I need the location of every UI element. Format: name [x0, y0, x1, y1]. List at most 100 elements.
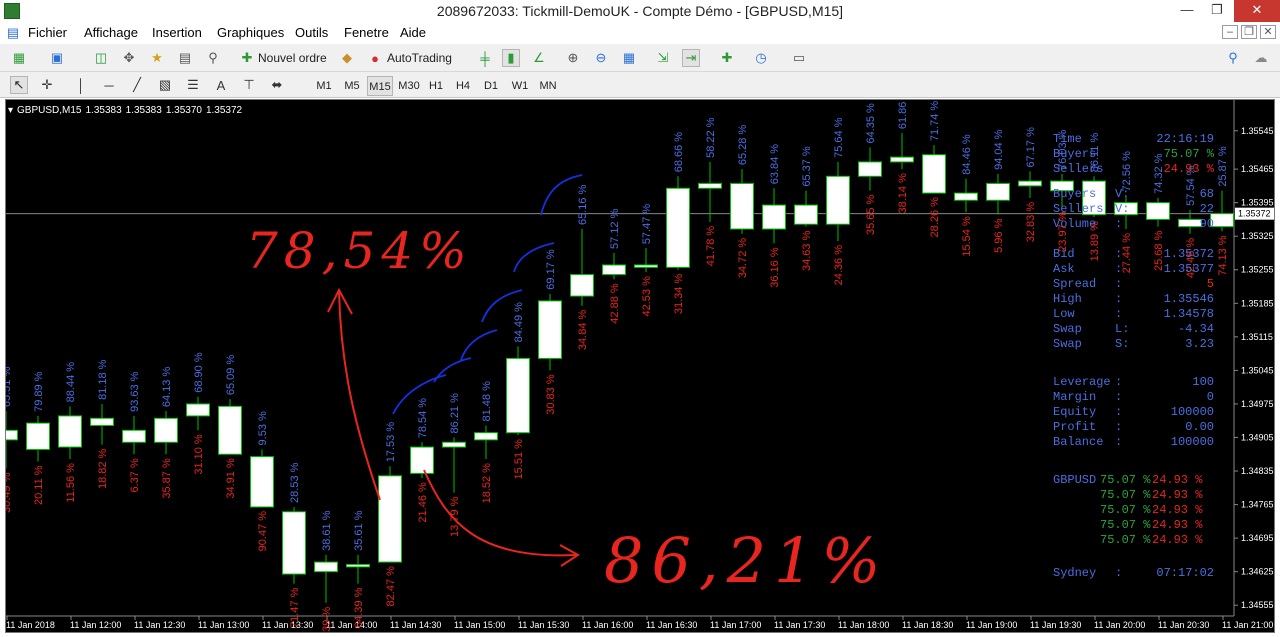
vertical-line-icon[interactable]: │ [72, 76, 90, 94]
text-tool-icon[interactable]: A [212, 76, 230, 94]
timeframe-m1[interactable]: M1 [312, 76, 336, 96]
close-button[interactable]: ✕ [1234, 0, 1280, 22]
metaeditor-icon[interactable]: ◆ [338, 49, 356, 67]
new-order-icon[interactable]: ✚ [238, 49, 256, 67]
mdi-minimize-icon[interactable]: – [1222, 25, 1238, 39]
time-tick-label: 11 Jan 13:00 [198, 620, 249, 630]
periods-icon[interactable]: ◷ [752, 49, 770, 67]
buy-percent-label: 57.47 % [641, 204, 653, 245]
mdi-close-icon[interactable]: ✕ [1260, 25, 1276, 39]
timeframe-m30[interactable]: M30 [396, 76, 422, 96]
timeframe-m15[interactable]: M15 [367, 76, 393, 96]
info-volume: Volume:90 [1053, 217, 1214, 231]
minimize-button[interactable]: — [1172, 0, 1202, 22]
market-watch-icon[interactable]: ◫ [92, 49, 110, 67]
time-tick-label: 11 Jan 20:30 [1158, 620, 1209, 630]
pair-row: 75.07 % 24.93 % [1100, 533, 1203, 547]
chart-menu-icon[interactable]: ▾ [8, 105, 13, 116]
sell-percent-label: 34.72 % [737, 238, 749, 279]
time-tick-label: 11 Jan 18:30 [902, 620, 953, 630]
new-order-button[interactable]: Nouvel ordre [258, 48, 327, 68]
time-tick-label: 11 Jan 21:00 [1222, 620, 1273, 630]
sell-percent-label: 61.39 % [321, 607, 333, 633]
info-sellers-volume: Sellers V: 22 [1053, 202, 1214, 216]
zoom-out-icon[interactable]: ⊖ [592, 49, 610, 67]
buy-percent-label: 78.54 % [417, 398, 429, 439]
maximize-button[interactable]: ❐ [1202, 0, 1232, 22]
tile-windows-icon[interactable]: ▦ [620, 49, 638, 67]
info-panel: Time 22:16:19 Buyers 75.07 % Sellers 24.93 … [1048, 132, 1218, 581]
line-chart-icon[interactable]: ∠ [530, 49, 548, 67]
profiles-icon[interactable]: ▣ [48, 49, 66, 67]
sell-percent-label: 34.63 % [801, 230, 813, 271]
price-tick-label: 1.34555 [1241, 600, 1274, 610]
navigator-icon[interactable]: ★ [148, 49, 166, 67]
candlestick-icon[interactable]: ▮ [502, 49, 520, 67]
menu-fenetre[interactable]: Fenetre [344, 25, 389, 40]
ohlc-high: 1.35383 [125, 105, 162, 116]
equidistant-channel-icon[interactable]: ▧ [156, 76, 174, 94]
timeframe-mn[interactable]: MN [536, 76, 560, 96]
new-chart-icon[interactable]: ▦ [10, 49, 28, 67]
info-margin: Margin:0 [1053, 390, 1214, 404]
templates-icon[interactable]: ▭ [790, 49, 808, 67]
standard-toolbar: ▦ ▣ ◫ ✥ ★ ▤ ⚲ ✚ Nouvel ordre ◆ ● AutoTra… [0, 44, 1280, 72]
time-tick-label: 11 Jan 19:00 [966, 620, 1017, 630]
buy-percent-label: 64.13 % [161, 367, 173, 408]
autotrading-button[interactable]: AutoTrading [387, 48, 452, 68]
text-label-icon[interactable]: ⊤ [240, 76, 258, 94]
timeframe-d1[interactable]: D1 [480, 76, 502, 96]
buy-percent-label: 94.04 % [993, 129, 1005, 170]
menu-aide[interactable]: Aide [400, 25, 426, 40]
bar-chart-icon[interactable]: ╪ [476, 49, 494, 67]
zoom-in-icon[interactable]: ⊕ [564, 49, 582, 67]
data-window-icon[interactable]: ✥ [120, 49, 138, 67]
price-tick-label: 1.34835 [1241, 466, 1274, 476]
strategy-tester-icon[interactable]: ⚲ [204, 49, 222, 67]
chart-shift-icon[interactable]: ⇥ [682, 49, 700, 67]
menu-outils[interactable]: Outils [295, 25, 328, 40]
chat-icon[interactable]: ☁ [1252, 49, 1270, 67]
time-tick-label: 11 Jan 15:00 [454, 620, 505, 630]
buy-percent-label: 25.87 % [1217, 146, 1229, 187]
timeframe-m5[interactable]: M5 [340, 76, 364, 96]
sell-percent-label: 15.54 % [961, 216, 973, 257]
auto-scroll-icon[interactable]: ⇲ [654, 49, 672, 67]
timeframe-h1[interactable]: H1 [425, 76, 447, 96]
horizontal-line-icon[interactable]: ─ [100, 76, 118, 94]
menu-graphiques[interactable]: Graphiques [217, 25, 284, 40]
price-tick-label: 1.34695 [1241, 533, 1274, 543]
menu-insertion[interactable]: Insertion [152, 25, 202, 40]
indicators-icon[interactable]: ✚ [718, 49, 736, 67]
candle-body [954, 192, 978, 201]
terminal-icon[interactable]: ▤ [176, 49, 194, 67]
menu-affichage[interactable]: Affichage [84, 25, 138, 40]
timeframe-w1[interactable]: W1 [508, 76, 532, 96]
cursor-icon[interactable]: ↖ [10, 76, 28, 94]
timeframe-h4[interactable]: H4 [452, 76, 474, 96]
candle-body [282, 511, 306, 575]
fibonacci-icon[interactable]: ☰ [184, 76, 202, 94]
buy-percent-label: 65.16 % [577, 184, 589, 225]
chart-header: ▾ GBPUSD,M15 1.35383 1.35383 1.35370 1.35372 [8, 105, 246, 116]
info-buyers-pct: Buyers 75.07 % [1053, 147, 1214, 161]
candle-body [218, 405, 242, 455]
ohlc-close: 1.35372 [205, 105, 243, 116]
crosshair-icon[interactable]: ✛ [38, 76, 56, 94]
buy-percent-label: 84.46 % [961, 134, 973, 175]
buy-percent-label: 35.61 % [353, 510, 365, 551]
autotrading-icon[interactable]: ● [366, 49, 384, 67]
arrows-icon[interactable]: ⬌ [268, 76, 286, 94]
mdi-restore-icon[interactable]: ❐ [1241, 25, 1257, 39]
annotation-blue-arrow [433, 357, 472, 383]
candle-body [250, 456, 274, 508]
menu-fichier[interactable]: Fichier [28, 25, 67, 40]
price-tick-label: 1.35545 [1241, 126, 1274, 136]
search-icon[interactable]: ⚲ [1224, 49, 1242, 67]
pair-row: 75.07 % 24.93 % [1100, 488, 1203, 502]
candle-body [378, 475, 402, 563]
sell-percent-label: 6.37 % [129, 458, 141, 492]
time-tick-label: 11 Jan 12:00 [70, 620, 121, 630]
info-swap-short: Swap S: 3.23 [1053, 337, 1214, 351]
trendline-icon[interactable]: ╱ [128, 76, 146, 94]
